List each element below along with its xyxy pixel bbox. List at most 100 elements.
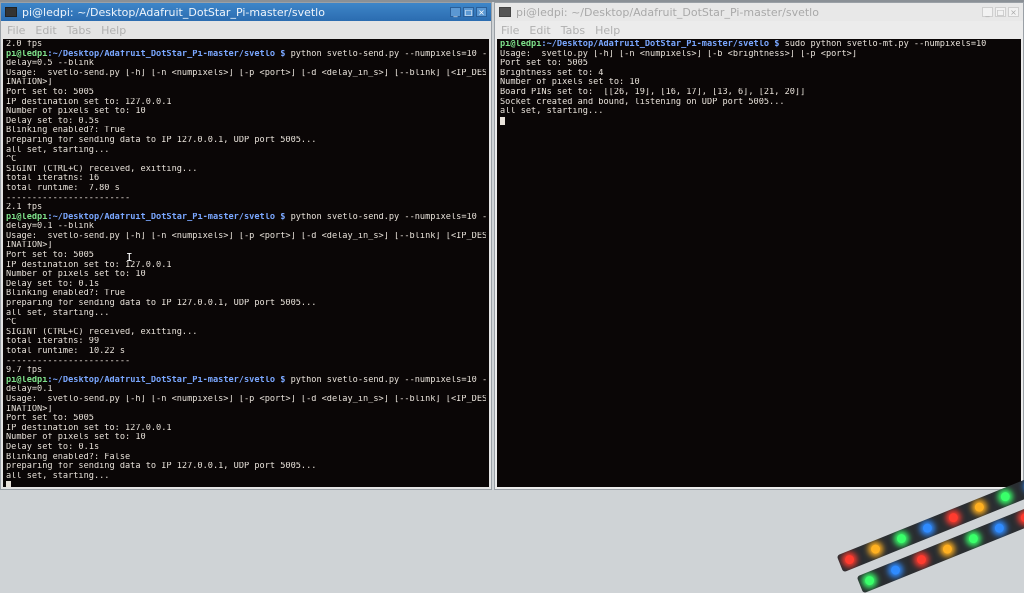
command-text: python svetlo-send.py --numpixels=10 -- [285, 212, 486, 222]
text-cursor-icon: I [126, 251, 133, 264]
menu-edit[interactable]: Edit [35, 24, 56, 37]
output-line: Brightness set to: 4 [500, 68, 604, 78]
prompt-user: pi@ledpi [6, 49, 48, 59]
output-line: total runtime: 7.80 s [6, 183, 120, 193]
output-line: Number of pixels set to: 10 [6, 270, 146, 280]
output-line: all set, starting... [500, 107, 604, 117]
output-line: preparing for sending data to IP 127.0.0… [6, 135, 317, 145]
maximize-button[interactable]: □ [995, 7, 1006, 17]
led-light [999, 490, 1012, 503]
output-line: Delay set to: 0.5s [6, 116, 100, 126]
minimize-button[interactable]: _ [982, 7, 993, 17]
output-line: all set, starting... [6, 145, 110, 155]
output-line: Blinking enabled?: True [6, 126, 125, 136]
output-line: total runtime: 10.22 s [6, 347, 125, 356]
titlebar-left[interactable]: pi@ledpi: ~/Desktop/Adafruit_DotStar_Pi-… [1, 3, 491, 21]
output-line: IP destination set to: 127.0.0.1 [6, 97, 172, 107]
output-line: total iteratns: 99 [6, 337, 100, 347]
terminal-cursor [6, 481, 11, 487]
output-line: Number of pixels set to: 10 [6, 433, 146, 443]
output-line: Delay set to: 0.1s [6, 442, 100, 452]
maximize-button[interactable]: □ [463, 7, 474, 17]
prompt-user: pi@ledpi [6, 375, 48, 385]
output-line: all set, starting... [6, 308, 110, 318]
output-line: INATION>] [6, 78, 53, 88]
menubar-right: File Edit Tabs Help [495, 21, 1023, 39]
output-line: Usage: svetlo-send.py [-h] [-n <numpixel… [6, 68, 486, 78]
close-button[interactable]: × [1008, 7, 1019, 17]
output-line: Usage: svetlo.py [-h] [-n <numpixels>] [… [500, 49, 857, 59]
menu-help[interactable]: Help [101, 24, 126, 37]
prompt-line: pi@ledpi:~/Desktop/Adafruit_DotStar_Pi-m… [6, 213, 486, 223]
output-line: ^C [6, 318, 17, 328]
terminal-icon [499, 7, 511, 17]
terminal-cursor [500, 116, 505, 125]
prompt-line: pi@ledpi:~/Desktop/Adafruit_DotStar_Pi-m… [6, 376, 486, 386]
cursor-line [6, 481, 486, 487]
prompt-line: pi@ledpi:~/Desktop/Adafruit_DotStar_Pi-m… [6, 50, 486, 60]
led-light [993, 522, 1006, 535]
prompt-path: :~/Desktop/Adafruit_DotStar_Pi-master/sv… [47, 212, 286, 222]
output-line: 9.7 fps [6, 366, 43, 376]
menu-tabs[interactable]: Tabs [67, 24, 91, 37]
led-light [895, 532, 908, 545]
output-line: all set, starting... [6, 471, 110, 481]
menu-file[interactable]: File [7, 24, 25, 37]
led-light [863, 574, 876, 587]
led-light [843, 553, 856, 566]
output-line: 2.1 fps [6, 203, 43, 213]
menubar-left: File Edit Tabs Help [1, 21, 491, 39]
output-line: SIGINT (CTRL+C) received, exitting... [6, 164, 198, 174]
output-line: ^C [6, 155, 17, 165]
output-line: IP destination set to: 127.0.0.1 [6, 423, 172, 433]
output-line: delay=0.5 --blink [6, 59, 94, 69]
output-line: Number of pixels set to: 10 [500, 78, 640, 88]
output-line: total iteratns: 16 [6, 174, 100, 184]
prompt-path: :~/Desktop/Adafruit_DotStar_Pi-master/sv… [541, 40, 780, 49]
menu-file[interactable]: File [501, 24, 519, 37]
prompt-path: :~/Desktop/Adafruit_DotStar_Pi-master/sv… [47, 375, 286, 385]
menu-tabs[interactable]: Tabs [561, 24, 585, 37]
terminal-window-left[interactable]: pi@ledpi: ~/Desktop/Adafruit_DotStar_Pi-… [0, 2, 492, 490]
output-line: Port set to: 5005 [6, 251, 94, 261]
menu-edit[interactable]: Edit [529, 24, 550, 37]
titlebar-right[interactable]: pi@ledpi: ~/Desktop/Adafruit_DotStar_Pi-… [495, 3, 1023, 21]
led-light [967, 532, 980, 545]
output-line: Board PINs set to: [[26, 19], [16, 17], … [500, 87, 806, 97]
prompt-line: pi@ledpi:~/Desktop/Adafruit_DotStar_Pi-m… [500, 40, 1018, 50]
close-button[interactable]: × [476, 7, 487, 17]
command-text: python svetlo-send.py --numpixels=10 -- [285, 49, 486, 59]
terminal-window-right[interactable]: pi@ledpi: ~/Desktop/Adafruit_DotStar_Pi-… [494, 2, 1024, 490]
prompt-user: pi@ledpi [500, 40, 542, 49]
output-line: ------------------------ [6, 193, 131, 203]
output-line: Usage: svetlo-send.py [-h] [-n <numpixel… [6, 394, 486, 404]
menu-help[interactable]: Help [595, 24, 620, 37]
output-line: Blinking enabled?: False [6, 452, 131, 462]
prompt-path: :~/Desktop/Adafruit_DotStar_Pi-master/sv… [47, 49, 286, 59]
terminal-output[interactable]: 2.0 fps pi@ledpi:~/Desktop/Adafruit_DotSt… [3, 39, 489, 487]
window-title: pi@ledpi: ~/Desktop/Adafruit_DotStar_Pi-… [516, 5, 819, 19]
output-line: Number of pixels set to: 10 [6, 107, 146, 117]
output-line: delay=0.1 --blink [6, 222, 94, 232]
led-light [889, 564, 902, 576]
command-text: sudo python svetlo-mt.py --numpixels=10 [779, 40, 987, 49]
led-light [869, 543, 882, 555]
output-line: preparing for sending data to IP 127.0.0… [6, 299, 317, 309]
led-light [915, 553, 928, 566]
terminal-icon [5, 7, 17, 17]
led-light [973, 501, 986, 514]
minimize-button[interactable]: _ [450, 7, 461, 17]
output-line: Port set to: 5005 [6, 87, 94, 97]
output-line: IP destination set to: 127.0.0.1 [6, 260, 172, 270]
output-line: Blinking enabled?: True [6, 289, 125, 299]
led-light [941, 543, 954, 555]
prompt-user: pi@ledpi [6, 212, 48, 222]
output-line: Usage: svetlo-send.py [-h] [-n <numpixel… [6, 231, 486, 241]
output-line: INATION>] [6, 241, 53, 251]
output-line: ------------------------ [6, 356, 131, 366]
terminal-output[interactable]: pi@ledpi:~/Desktop/Adafruit_DotStar_Pi-m… [497, 39, 1021, 487]
command-text: python svetlo-send.py --numpixels=10 -- [285, 375, 486, 385]
output-line: delay=0.1 [6, 385, 53, 395]
window-title: pi@ledpi: ~/Desktop/Adafruit_DotStar_Pi-… [22, 5, 325, 19]
output-line: SIGINT (CTRL+C) received, exitting... [6, 327, 198, 337]
